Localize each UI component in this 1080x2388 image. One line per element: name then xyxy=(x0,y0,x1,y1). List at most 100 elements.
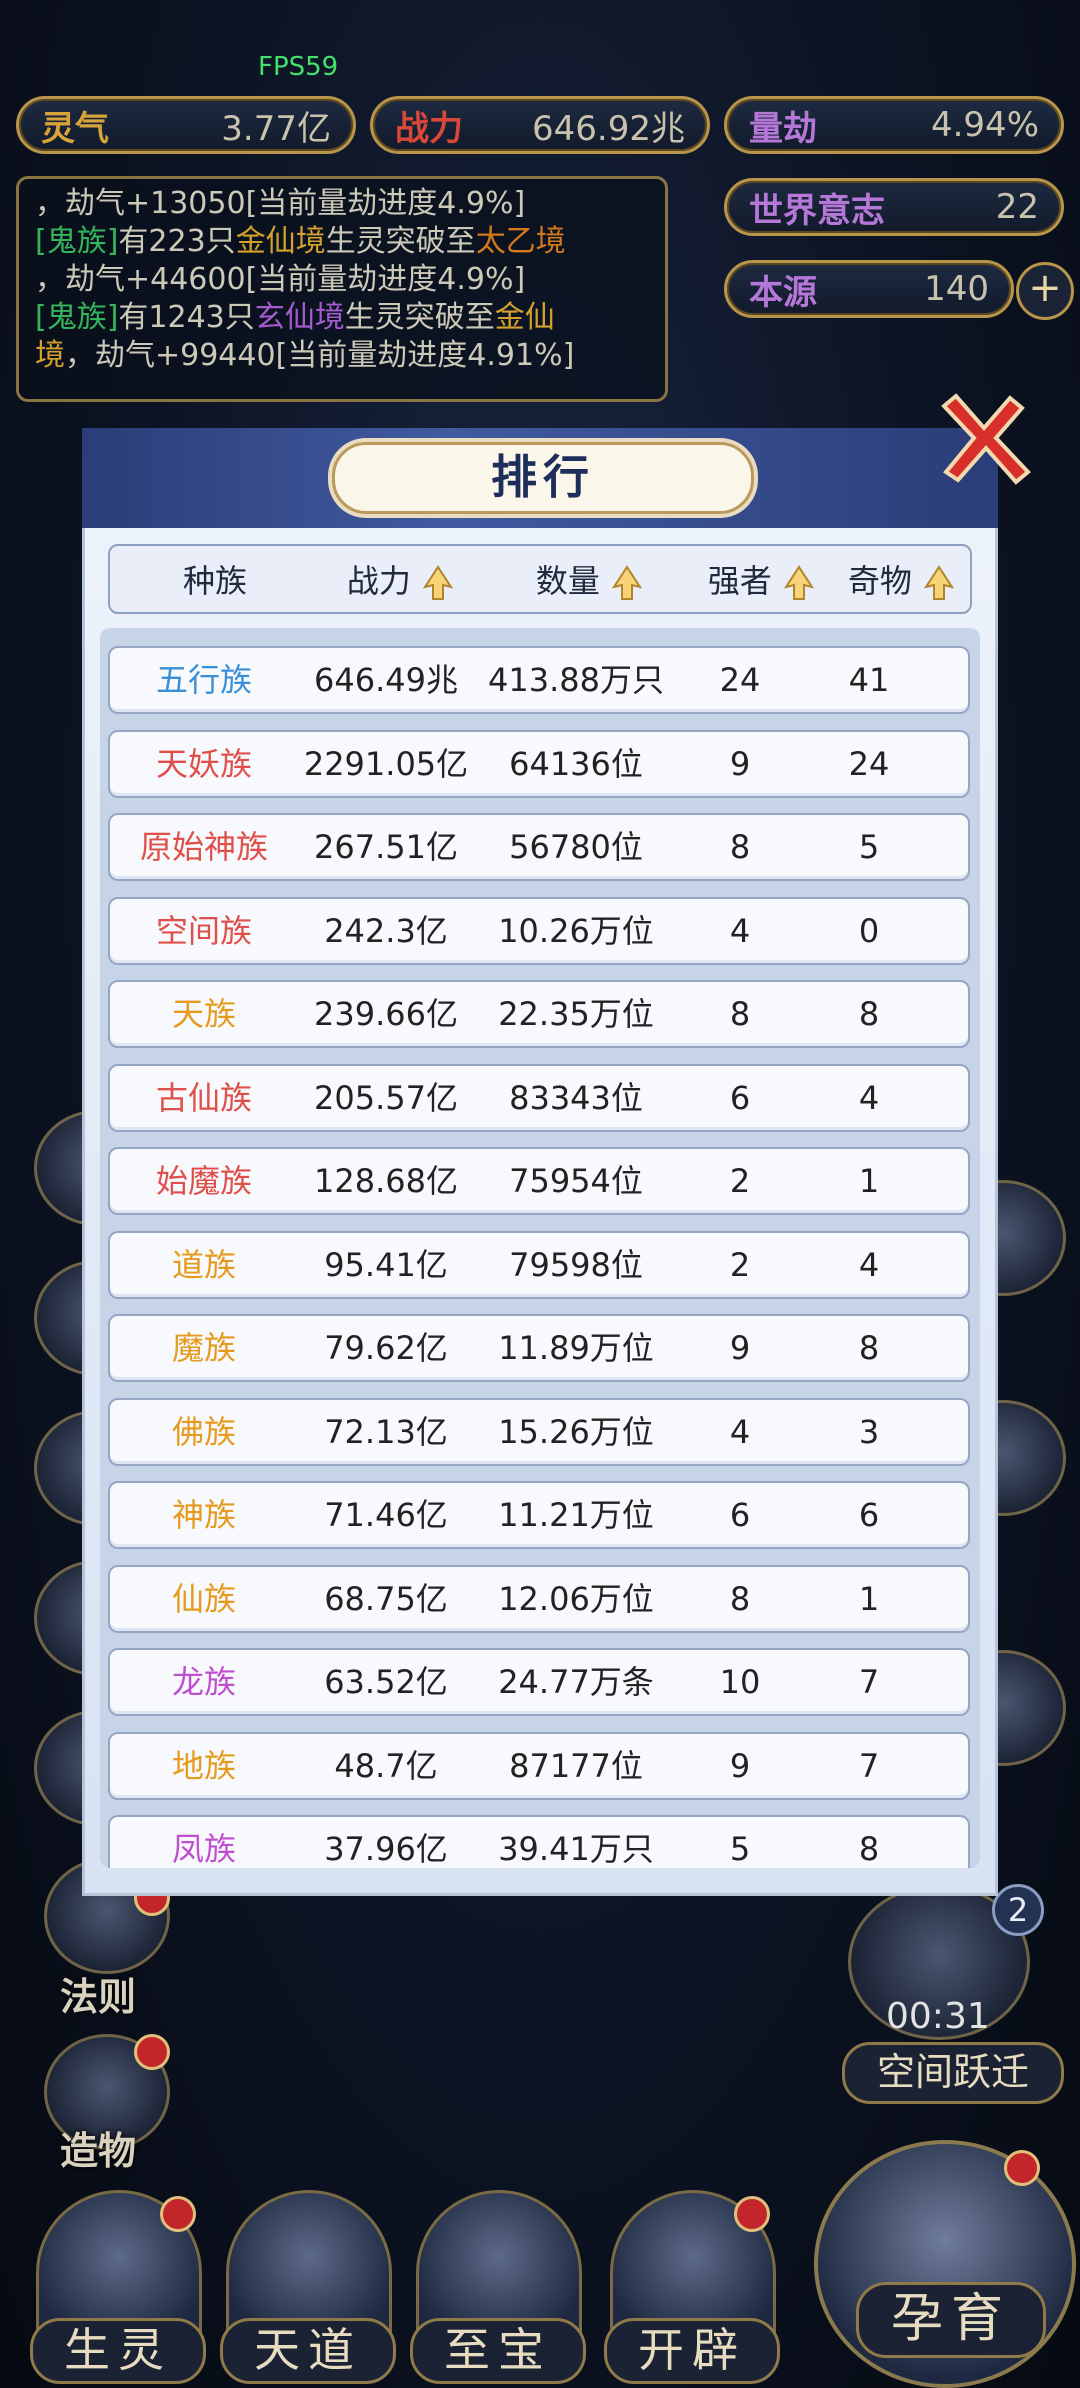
lingqi-label: 灵气 xyxy=(41,108,109,149)
kongjian-badge: 2 xyxy=(992,1884,1044,1936)
nav-shengling[interactable]: 生灵 xyxy=(30,2318,206,2384)
table-row[interactable]: 魔族 79.62亿 11.89万位 9 8 xyxy=(108,1314,970,1382)
table-row[interactable]: 天妖族 2291.05亿 64136位 9 24 xyxy=(108,729,970,798)
benyuan-label: 本源 xyxy=(749,272,817,313)
row-count: 64136位 xyxy=(509,744,643,783)
zhanli-stat[interactable]: 战力 646.92兆 xyxy=(370,96,710,154)
table-row[interactable]: 天族 239.66亿 22.35万位 8 8 xyxy=(108,980,970,1048)
row-power: 48.7亿 xyxy=(334,1746,438,1785)
sort-arrow-icon xyxy=(924,565,955,600)
zhanli-label: 战力 xyxy=(395,108,463,149)
fps-counter: FPS59 xyxy=(258,52,339,82)
row-strong: 10 xyxy=(719,1663,761,1701)
dialog-title: 排行 xyxy=(332,442,754,514)
row-item: 3 xyxy=(858,1412,880,1451)
nav-zhibao[interactable]: 至宝 xyxy=(410,2318,586,2384)
notification-dot xyxy=(734,2196,770,2232)
column-power[interactable]: 战力 xyxy=(330,546,470,616)
row-strong: 24 xyxy=(719,661,761,699)
table-row[interactable]: 古仙族 205.57亿 83343位 6 4 xyxy=(108,1063,970,1132)
table-row[interactable]: 始魔族 128.68亿 75954位 2 1 xyxy=(108,1147,970,1215)
row-item: 4 xyxy=(858,1245,880,1284)
row-count: 83343位 xyxy=(509,1078,643,1117)
table-row[interactable]: 原始神族 267.51亿 56780位 8 5 xyxy=(108,813,970,881)
lingqi-stat[interactable]: 灵气 3.77亿 xyxy=(16,96,356,154)
row-race: 道族 xyxy=(171,1245,236,1284)
row-power: 267.51亿 xyxy=(314,828,458,866)
row-item: 4 xyxy=(858,1078,880,1117)
row-power: 205.57亿 xyxy=(314,1078,458,1117)
row-race: 神族 xyxy=(171,1496,236,1534)
row-power: 68.75亿 xyxy=(324,1579,448,1618)
nav-tiandao[interactable]: 天道 xyxy=(220,2318,396,2384)
kongjian-timer: 00:31 xyxy=(886,1996,990,2037)
sort-arrow-icon xyxy=(423,565,454,600)
table-row[interactable]: 神族 71.46亿 11.21万位 6 6 xyxy=(108,1481,970,1549)
row-strong: 4 xyxy=(729,1412,751,1451)
row-power: 95.41亿 xyxy=(324,1245,448,1284)
close-button[interactable] xyxy=(934,388,1034,488)
lingqi-value: 3.77亿 xyxy=(221,108,331,149)
row-item: 6 xyxy=(858,1496,880,1534)
row-strong: 8 xyxy=(729,828,751,866)
zhanli-value: 646.92兆 xyxy=(532,108,685,149)
log-stage: 金仙境 xyxy=(235,224,326,259)
log-line: 境，劫气+99440[当前量劫进度4.91%] xyxy=(35,337,649,375)
kongjian-label: 空间跃迁 xyxy=(842,2042,1064,2104)
table-row[interactable]: 佛族 72.13亿 15.26万位 4 3 xyxy=(108,1397,970,1466)
column-race: 种族 xyxy=(182,562,247,600)
log-tag: [鬼族] xyxy=(35,224,119,259)
row-count: 87177位 xyxy=(509,1746,643,1785)
row-race: 地族 xyxy=(171,1746,236,1785)
table-row[interactable]: 道族 95.41亿 79598位 2 4 xyxy=(108,1230,970,1299)
ranking-table-header: 种族 战力 数量 强者 奇物 xyxy=(108,544,972,614)
nav-kaipi[interactable]: 开辟 xyxy=(604,2318,780,2384)
liangjie-stat[interactable]: 量劫 4.94% xyxy=(724,96,1064,154)
row-power: 2291.05亿 xyxy=(303,744,469,783)
log-stage: 玄仙境 xyxy=(254,300,345,335)
row-count: 11.21万位 xyxy=(498,1496,654,1534)
table-row[interactable]: 凤族 37.96亿 39.41万只 5 8 xyxy=(108,1815,970,1868)
row-strong: 6 xyxy=(729,1496,751,1534)
row-item: 1 xyxy=(858,1162,880,1200)
sort-arrow-icon xyxy=(612,565,643,600)
table-row[interactable]: 地族 48.7亿 87177位 9 7 xyxy=(108,1731,970,1800)
row-count: 75954位 xyxy=(509,1162,643,1200)
row-count: 56780位 xyxy=(509,828,643,866)
column-strong-label: 强者 xyxy=(707,562,772,600)
shijie-stat[interactable]: 世界意志 22 xyxy=(724,178,1064,236)
row-item: 5 xyxy=(858,828,880,866)
row-power: 239.66亿 xyxy=(314,995,458,1033)
column-strong[interactable]: 强者 xyxy=(706,546,816,616)
row-power: 71.46亿 xyxy=(324,1496,448,1534)
row-power: 72.13亿 xyxy=(324,1412,448,1451)
add-benyuan-button[interactable]: + xyxy=(1016,262,1074,320)
table-row[interactable]: 五行族 646.49兆 413.88万只 24 41 xyxy=(108,646,970,714)
row-count: 22.35万位 xyxy=(498,995,654,1033)
column-item-label: 奇物 xyxy=(847,562,912,600)
column-count[interactable]: 数量 xyxy=(514,546,664,616)
close-icon xyxy=(941,393,1031,485)
row-strong: 2 xyxy=(729,1162,751,1200)
table-row[interactable]: 龙族 63.52亿 24.77万条 10 7 xyxy=(108,1648,970,1716)
ranking-list[interactable]: 五行族 646.49兆 413.88万只 24 41 天妖族 2291.05亿 64136位 9… xyxy=(100,628,980,1868)
row-item: 8 xyxy=(858,1830,880,1868)
row-count: 11.89万位 xyxy=(498,1329,654,1367)
table-row[interactable]: 仙族 68.75亿 12.06万位 8 1 xyxy=(108,1564,970,1633)
notification-dot xyxy=(1004,2150,1040,2186)
nav-yunyu[interactable]: 孕育 xyxy=(856,2282,1046,2358)
fa-ze-label: 法则 xyxy=(60,1975,137,2019)
log-line: ，劫气+44600[当前量劫进度4.9%] xyxy=(35,262,526,297)
log-text: 有1243只 xyxy=(118,300,255,335)
column-item[interactable]: 奇物 xyxy=(836,546,966,616)
row-race: 天妖族 xyxy=(155,744,252,783)
log-line: ，劫气+13050[当前量劫进度4.9%] xyxy=(35,186,526,221)
row-power: 79.62亿 xyxy=(324,1329,448,1367)
row-count: 413.88万只 xyxy=(488,661,664,699)
row-race: 魔族 xyxy=(171,1329,236,1367)
table-row[interactable]: 空间族 242.3亿 10.26万位 4 0 xyxy=(108,896,970,965)
row-race: 古仙族 xyxy=(155,1078,252,1117)
benyuan-stat[interactable]: 本源 140 xyxy=(724,260,1014,318)
log-text: 有223只 xyxy=(118,224,236,259)
row-race: 五行族 xyxy=(155,661,252,699)
